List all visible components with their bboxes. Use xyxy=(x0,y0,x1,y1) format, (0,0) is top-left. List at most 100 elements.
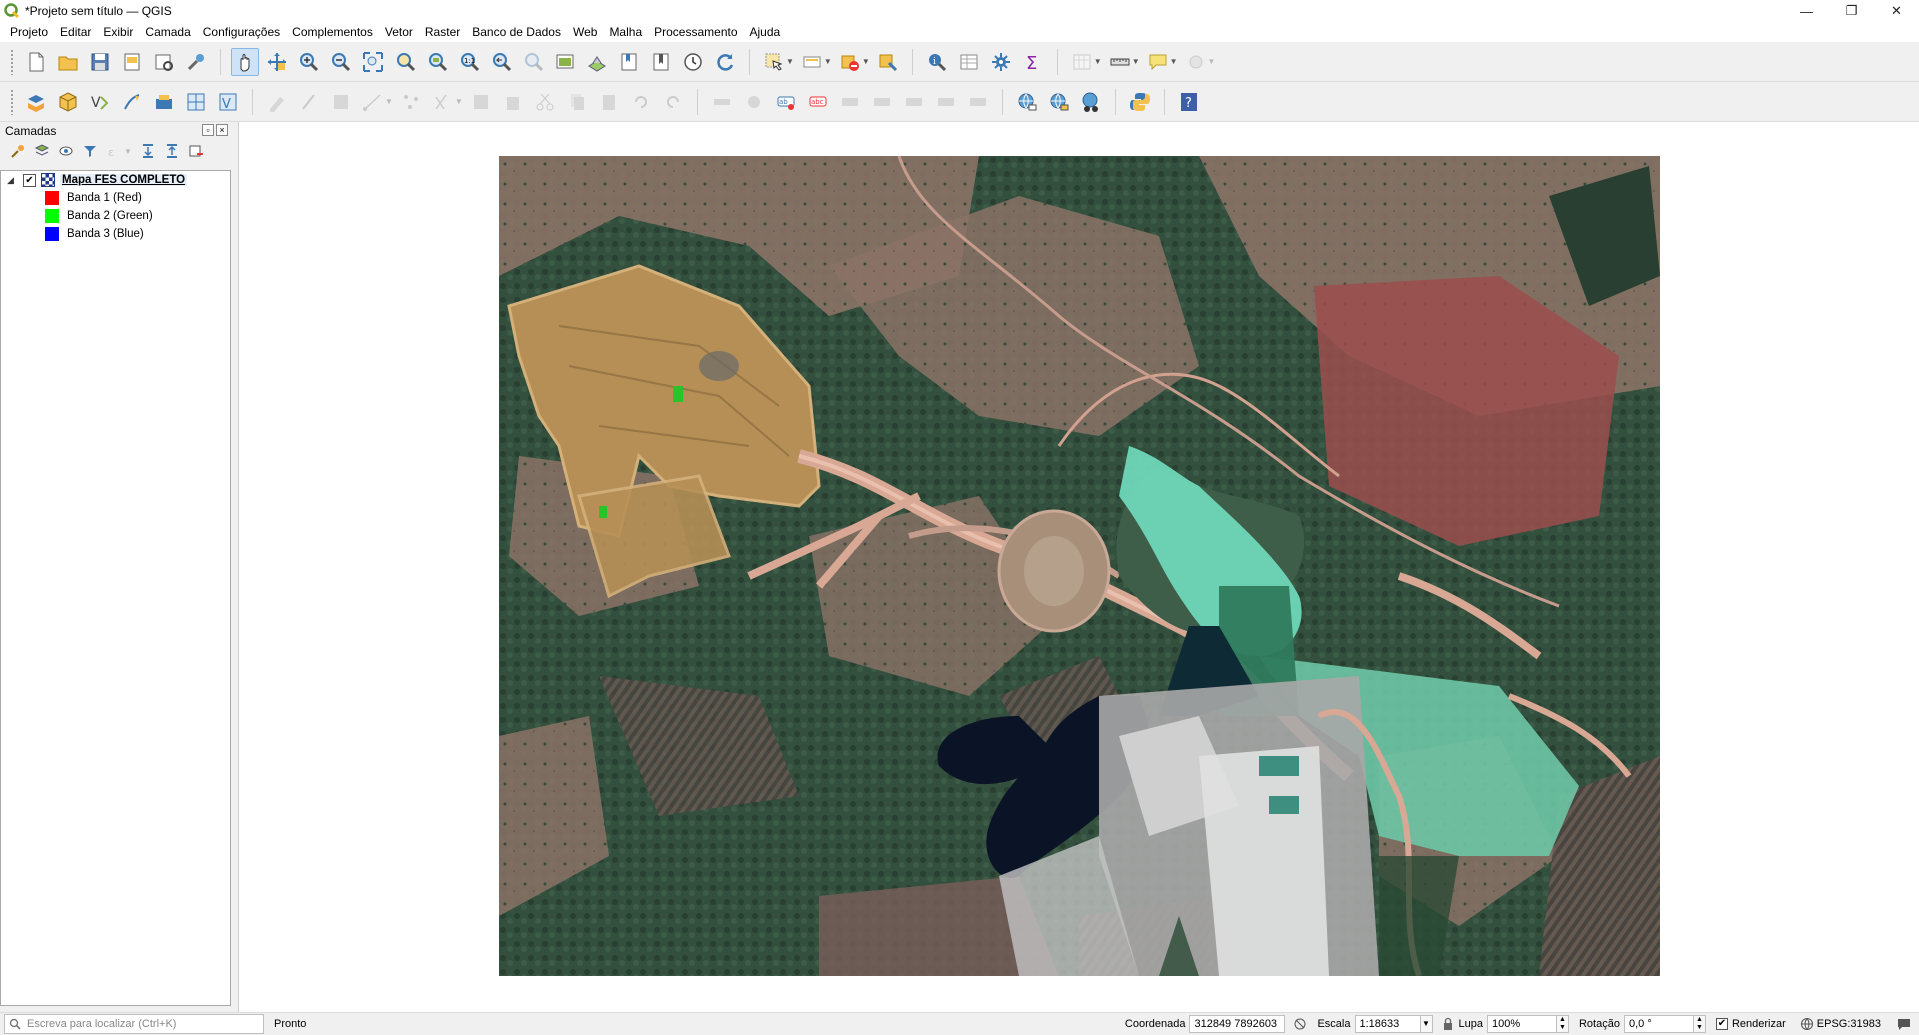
style-layer-icon[interactable] xyxy=(8,142,28,160)
statistics-icon[interactable]: Σ xyxy=(1019,48,1047,76)
open-project-icon[interactable] xyxy=(54,48,82,76)
cut-features-icon[interactable] xyxy=(499,88,527,116)
layout-manager-icon[interactable] xyxy=(150,48,178,76)
menu-malha[interactable]: Malha xyxy=(603,22,648,42)
render-checkbox[interactable]: ✔ xyxy=(1715,1018,1728,1030)
digitize-icon[interactable] xyxy=(359,88,387,116)
crs-button[interactable]: EPSG:31983 xyxy=(1817,1018,1881,1030)
refresh-icon[interactable] xyxy=(711,48,739,76)
highlight-pinned-labels-icon[interactable]: ab xyxy=(772,88,800,116)
locator-search-input[interactable]: Escreva para localizar (Ctrl+K) xyxy=(4,1013,264,1034)
current-edits-icon[interactable] xyxy=(263,88,291,116)
delete-selected-icon[interactable] xyxy=(467,88,495,116)
show-bookmarks-icon[interactable] xyxy=(647,48,675,76)
new-virtual-layer-icon[interactable] xyxy=(182,88,210,116)
menu-complementos[interactable]: Complementos xyxy=(286,22,379,42)
new-temporary-layer-icon[interactable] xyxy=(150,88,178,116)
zoom-in-icon[interactable] xyxy=(295,48,323,76)
new-map-view-icon[interactable] xyxy=(551,48,579,76)
diagram-icon[interactable] xyxy=(740,88,768,116)
pin-labels-icon[interactable]: abc xyxy=(804,88,832,116)
label-properties-icon[interactable] xyxy=(964,88,992,116)
dropdown-caret[interactable]: ▼ xyxy=(824,57,832,66)
deselect-icon[interactable] xyxy=(836,48,864,76)
menu-web[interactable]: Web xyxy=(567,22,603,42)
crs-globe-icon[interactable] xyxy=(1800,1017,1814,1031)
float-panel-button[interactable]: ▫ xyxy=(202,124,214,136)
pan-to-selection-icon[interactable] xyxy=(263,48,291,76)
select-features-icon[interactable] xyxy=(760,48,788,76)
spatial-bookmark-icon[interactable] xyxy=(615,48,643,76)
expand-all-icon[interactable] xyxy=(138,142,158,160)
menu-banco-de-dados[interactable]: Banco de Dados xyxy=(466,22,567,42)
lock-icon[interactable] xyxy=(1441,1017,1455,1031)
coordinate-field[interactable]: 312849 7892603 xyxy=(1189,1015,1286,1033)
redo-icon[interactable] xyxy=(627,88,655,116)
identify-icon[interactable]: i xyxy=(923,48,951,76)
minimize-button[interactable]: — xyxy=(1784,0,1829,22)
magnifier-field[interactable]: 100% xyxy=(1486,1015,1557,1033)
redo-forward-icon[interactable] xyxy=(659,88,687,116)
menu-configuracoes[interactable]: Configurações xyxy=(197,22,286,42)
toolbox-icon[interactable] xyxy=(987,48,1015,76)
map-canvas[interactable] xyxy=(238,122,1919,1012)
toggle-editing-icon[interactable] xyxy=(295,88,323,116)
select-by-location-icon[interactable] xyxy=(874,48,902,76)
metasearch-icon[interactable] xyxy=(1077,88,1105,116)
paste-features-icon[interactable] xyxy=(563,88,591,116)
dropdown-caret[interactable]: ▼ xyxy=(455,97,463,106)
menu-editar[interactable]: Editar xyxy=(54,22,97,42)
menu-camada[interactable]: Camada xyxy=(139,22,196,42)
toolbar-handle[interactable] xyxy=(10,88,14,115)
add-data-source-icon[interactable] xyxy=(22,88,50,116)
close-panel-button[interactable]: × xyxy=(216,124,228,136)
vector-tools-icon[interactable]: V xyxy=(214,88,242,116)
zoom-last-icon[interactable] xyxy=(487,48,515,76)
layer-visibility-checkbox[interactable]: ✔ xyxy=(23,173,36,187)
save-edits-icon[interactable] xyxy=(327,88,355,116)
modify-attributes-icon[interactable] xyxy=(429,88,457,116)
new-print-layout-icon[interactable] xyxy=(118,48,146,76)
zoom-next-icon[interactable] xyxy=(519,48,547,76)
dropdown-caret[interactable]: ▼ xyxy=(1208,57,1216,66)
dropdown-caret[interactable]: ▼ xyxy=(786,57,794,66)
vertex-tool-icon[interactable] xyxy=(397,88,425,116)
copy-features-icon[interactable] xyxy=(531,88,559,116)
new-geopackage-layer-icon[interactable] xyxy=(54,88,82,116)
dropdown-caret[interactable]: ▼ xyxy=(1170,57,1178,66)
collapse-all-icon[interactable] xyxy=(162,142,182,160)
open-field-calculator-icon[interactable] xyxy=(1068,48,1096,76)
dropdown-caret[interactable]: ▼ xyxy=(862,57,870,66)
manage-visibility-icon[interactable] xyxy=(56,142,76,160)
map-tips-icon[interactable] xyxy=(1144,48,1172,76)
add-group-icon[interactable] xyxy=(32,142,52,160)
menu-ajuda[interactable]: Ajuda xyxy=(744,22,787,42)
show-hide-labels-icon[interactable] xyxy=(836,88,864,116)
new-shapefile-layer-icon[interactable]: V xyxy=(86,88,114,116)
pan-map-icon[interactable] xyxy=(231,47,259,76)
rotation-field[interactable]: 0,0 ° xyxy=(1623,1015,1694,1033)
new-spatialite-layer-icon[interactable] xyxy=(118,88,146,116)
zoom-to-selection-icon[interactable] xyxy=(391,48,419,76)
toolbar-handle[interactable] xyxy=(10,48,14,75)
rotate-label-icon[interactable] xyxy=(900,88,928,116)
dropdown-caret[interactable]: ▼ xyxy=(124,147,132,156)
close-button[interactable]: ✕ xyxy=(1874,0,1919,22)
save-project-icon[interactable] xyxy=(86,48,114,76)
dropdown-caret[interactable]: ▼ xyxy=(385,97,393,106)
remove-layer-icon[interactable] xyxy=(186,142,206,160)
zoom-to-layer-icon[interactable] xyxy=(423,48,451,76)
scale-field[interactable]: 1:18633 xyxy=(1354,1015,1421,1033)
dropdown-caret[interactable]: ▼ xyxy=(1132,57,1140,66)
wfs-icon[interactable] xyxy=(1045,88,1073,116)
rotation-stepper[interactable]: ▲ ▼ xyxy=(1693,1015,1706,1033)
zoom-full-icon[interactable] xyxy=(359,48,387,76)
toggle-extents-icon[interactable] xyxy=(1293,1017,1307,1031)
select-by-value-icon[interactable] xyxy=(798,48,826,76)
measure-icon[interactable] xyxy=(1106,48,1134,76)
layer-name[interactable]: Mapa FES COMPLETO xyxy=(60,174,188,186)
raster-map-image[interactable] xyxy=(499,156,1660,976)
annotation-icon[interactable] xyxy=(1182,48,1210,76)
temporal-controller-icon[interactable] xyxy=(679,48,707,76)
maximize-button[interactable]: ❐ xyxy=(1829,0,1874,22)
